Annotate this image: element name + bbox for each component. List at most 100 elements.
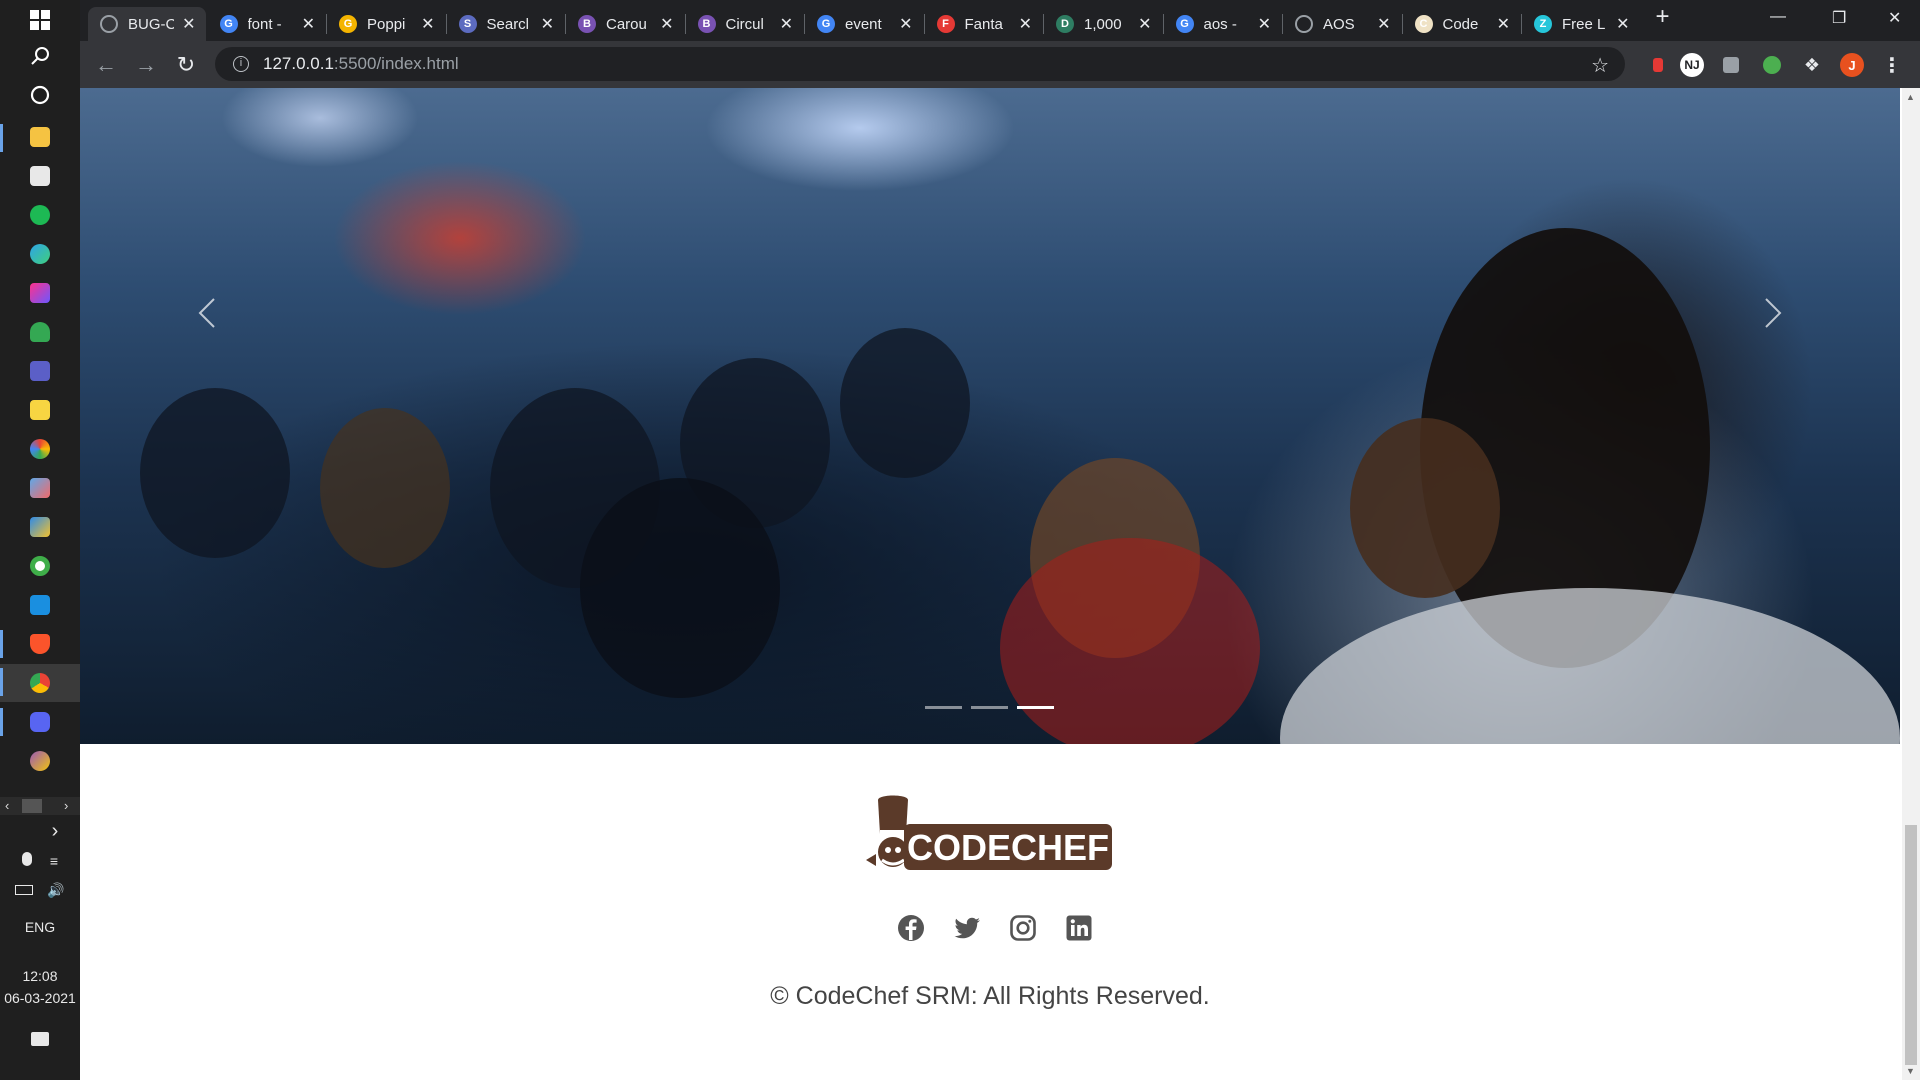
- close-tab-icon[interactable]: ✕: [541, 14, 554, 34]
- github-icon[interactable]: [28, 749, 52, 773]
- scroll-thumb[interactable]: [22, 799, 42, 813]
- extension-green-icon[interactable]: [1760, 53, 1784, 77]
- close-tab-icon[interactable]: ✕: [1138, 14, 1151, 34]
- new-tab-button[interactable]: +: [1656, 3, 1670, 31]
- close-tab-icon[interactable]: ✕: [182, 14, 195, 34]
- close-tab-icon[interactable]: ✕: [1377, 14, 1390, 34]
- restore-button[interactable]: ❐: [1832, 8, 1846, 28]
- instagram-icon[interactable]: [1009, 914, 1037, 942]
- windows-start-icon[interactable]: [28, 8, 52, 32]
- battery-icon[interactable]: [15, 885, 34, 895]
- bookmark-star-icon[interactable]: ☆: [1591, 53, 1609, 78]
- site-info-icon[interactable]: i: [233, 56, 249, 72]
- browser-toolbar: ← → ↻ i 127.0.0.1:5500/index.html ☆ NJ ❖…: [80, 41, 1920, 88]
- carousel-indicator[interactable]: [971, 706, 1008, 709]
- spotify-icon[interactable]: [28, 203, 52, 227]
- browser-tab[interactable]: BUG-C ✕: [88, 7, 206, 41]
- browser-tab[interactable]: Z Free L ✕: [1522, 7, 1640, 41]
- forward-arrow-icon[interactable]: →: [132, 51, 160, 79]
- volume-icon[interactable]: 🔊: [47, 882, 64, 898]
- clock-date[interactable]: 06-03-2021: [0, 990, 80, 1006]
- search-icon[interactable]: [28, 44, 52, 68]
- chrome-icon[interactable]: [28, 671, 52, 695]
- clock-time[interactable]: 12:08: [0, 968, 80, 984]
- taskbar-scrollbar[interactable]: ‹ ›: [0, 797, 80, 815]
- scroll-thumb[interactable]: [1905, 825, 1917, 1065]
- browser-tab[interactable]: F Fanta ✕: [925, 7, 1043, 41]
- sticky-notes-icon[interactable]: [28, 398, 52, 422]
- browser-tab[interactable]: Gevent ✕: [805, 7, 923, 41]
- codechef-logo[interactable]: CODECHEF: [864, 794, 1114, 878]
- page-scrollbar[interactable]: ▲ ▼: [1902, 88, 1920, 1080]
- close-tab-icon[interactable]: ✕: [421, 14, 434, 34]
- cortana-icon[interactable]: [28, 83, 52, 107]
- browser-tab[interactable]: D 1,000 ✕: [1044, 7, 1162, 41]
- carousel-indicator[interactable]: [925, 706, 962, 709]
- intellij-icon[interactable]: [28, 281, 52, 305]
- browser-tab[interactable]: G Poppi ✕: [327, 7, 445, 41]
- browser-tab[interactable]: C Code ✕: [1403, 7, 1521, 41]
- store-icon[interactable]: [28, 164, 52, 188]
- scroll-right-icon[interactable]: ›: [64, 797, 68, 815]
- profile-avatar[interactable]: J: [1840, 53, 1864, 77]
- close-tab-icon[interactable]: ✕: [899, 14, 912, 34]
- close-window-button[interactable]: ✕: [1888, 8, 1901, 28]
- browser-tab[interactable]: AOS ✕: [1283, 7, 1401, 41]
- microphone-icon[interactable]: [21, 852, 32, 866]
- reload-icon[interactable]: ↻: [172, 51, 200, 79]
- close-tab-icon[interactable]: ✕: [660, 14, 673, 34]
- carousel-next-button[interactable]: [1752, 283, 1792, 343]
- close-tab-icon[interactable]: ✕: [780, 14, 793, 34]
- close-tab-icon[interactable]: ✕: [1497, 14, 1510, 34]
- brave-icon[interactable]: [28, 632, 52, 656]
- chevron-left-icon: [198, 298, 215, 328]
- browser-tab[interactable]: B Carou ✕: [566, 7, 684, 41]
- tab-title: Carou: [606, 15, 647, 33]
- files-icon[interactable]: [28, 515, 52, 539]
- notifications-icon[interactable]: [0, 1032, 80, 1049]
- back-arrow-icon[interactable]: ←: [92, 51, 120, 79]
- close-tab-icon[interactable]: ✕: [1019, 14, 1032, 34]
- address-bar[interactable]: i 127.0.0.1:5500/index.html ☆: [215, 47, 1625, 81]
- paint-icon[interactable]: [28, 476, 52, 500]
- url-path: :5500/index.html: [333, 54, 459, 73]
- maps-icon[interactable]: [28, 320, 52, 344]
- tab-title: Free L: [1562, 15, 1606, 33]
- browser-tab[interactable]: Gaos - ✕: [1164, 7, 1282, 41]
- browser-tab[interactable]: Gfont - ✕: [208, 7, 326, 41]
- extension-nj-icon[interactable]: NJ: [1680, 53, 1704, 77]
- chrome-menu-icon[interactable]: ⋮: [1880, 53, 1904, 77]
- file-explorer-icon[interactable]: [28, 125, 52, 149]
- minimize-button[interactable]: —: [1770, 8, 1786, 26]
- security-icon[interactable]: [28, 554, 52, 578]
- extension-red-icon[interactable]: [1646, 53, 1670, 77]
- twitter-icon[interactable]: [953, 914, 981, 942]
- chevron-right-icon[interactable]: ›: [0, 820, 80, 843]
- carousel-indicator[interactable]: [1017, 706, 1054, 709]
- language-indicator[interactable]: ENG: [0, 919, 80, 935]
- close-tab-icon[interactable]: ✕: [302, 14, 315, 34]
- linkedin-icon[interactable]: [1065, 914, 1093, 942]
- close-tab-icon[interactable]: ✕: [1616, 14, 1629, 34]
- browser-tab[interactable]: S Searcl ✕: [447, 7, 565, 41]
- edge-icon[interactable]: [28, 242, 52, 266]
- tab-title: font -: [247, 15, 282, 33]
- tab-title: Circul: [725, 15, 764, 33]
- photos-icon[interactable]: [28, 437, 52, 461]
- facebook-icon[interactable]: [897, 914, 925, 942]
- favicon-icon: Z: [1534, 15, 1552, 33]
- teams-icon[interactable]: [28, 359, 52, 383]
- url-text[interactable]: 127.0.0.1:5500/index.html: [263, 54, 459, 74]
- extensions-puzzle-icon[interactable]: ❖: [1800, 53, 1824, 77]
- extension-copy-icon[interactable]: [1719, 53, 1743, 77]
- browser-tab[interactable]: B Circul ✕: [686, 7, 804, 41]
- close-tab-icon[interactable]: ✕: [1258, 14, 1271, 34]
- carousel-prev-button[interactable]: [188, 283, 228, 343]
- scroll-up-icon[interactable]: ▲: [1906, 92, 1915, 102]
- mail-icon[interactable]: [28, 593, 52, 617]
- discord-icon[interactable]: [28, 710, 52, 734]
- copyright-text: © CodeChef SRM: All Rights Reserved.: [770, 982, 1210, 1010]
- scroll-down-icon[interactable]: ▼: [1906, 1066, 1915, 1076]
- scroll-left-icon[interactable]: ‹: [5, 797, 9, 815]
- network-icon[interactable]: ≡: [50, 853, 58, 869]
